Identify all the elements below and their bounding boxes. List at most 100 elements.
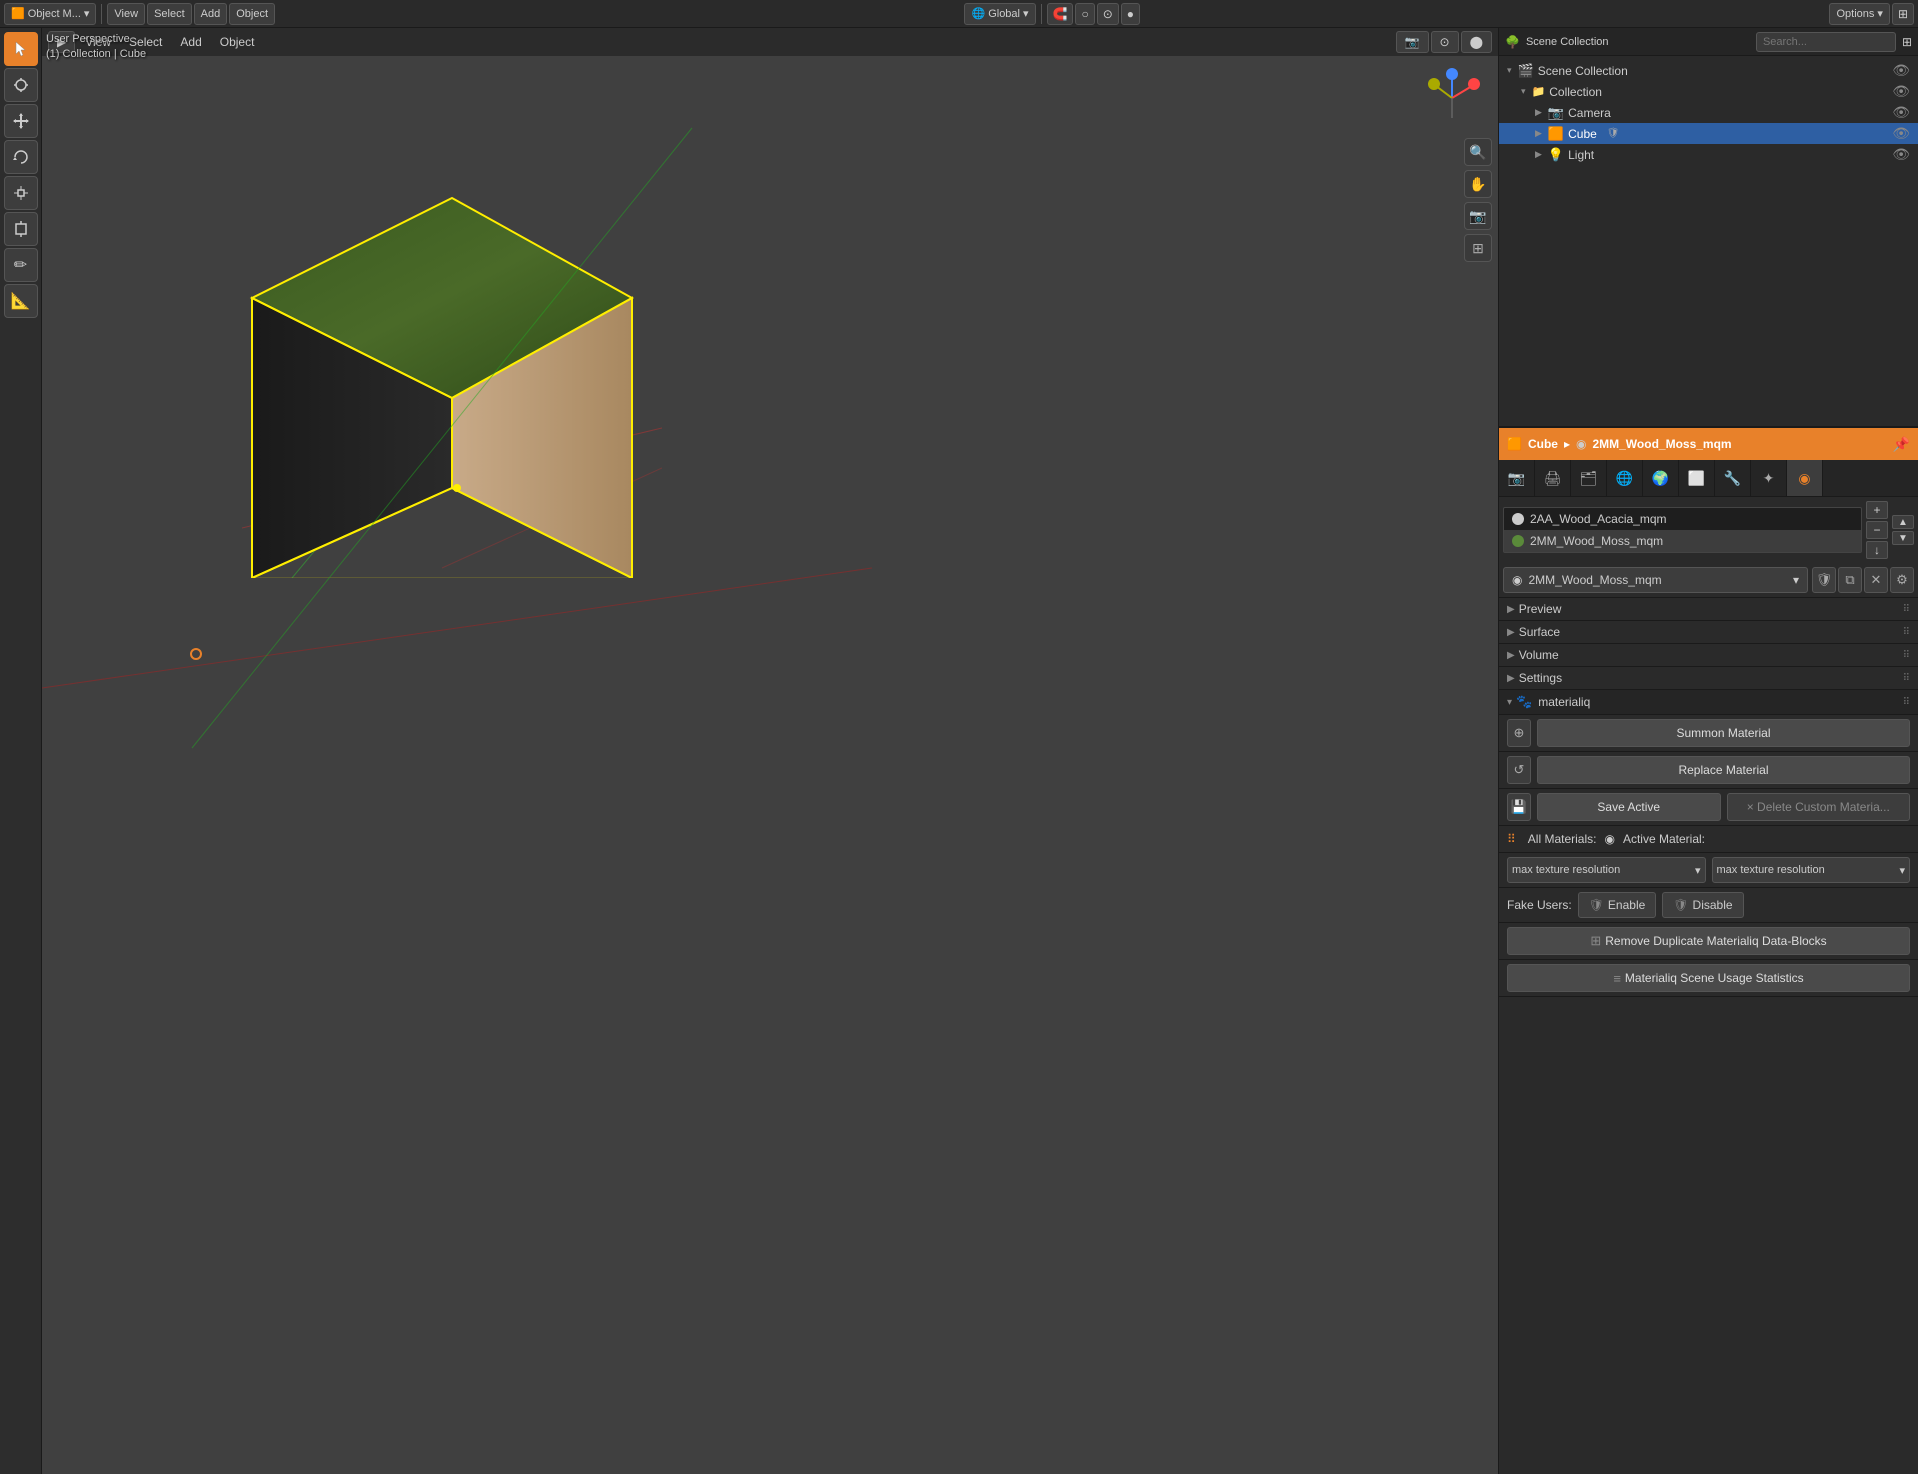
rotate-tool-btn[interactable] [4, 140, 38, 174]
shield-btn[interactable]: 🛡 [1812, 567, 1836, 593]
delete-mat-btn[interactable]: ✕ [1864, 567, 1888, 593]
tree-camera[interactable]: ▶ 📷 Camera 👁 [1499, 102, 1918, 123]
render-props-tab[interactable]: 📷 [1499, 460, 1535, 496]
material-tab[interactable]: ◉ [1787, 460, 1823, 496]
particles-tab[interactable]: ✦ [1751, 460, 1787, 496]
viewport-shading-modes[interactable]: ⬤ [1461, 31, 1492, 53]
surface-section[interactable]: ▶ Surface ⠿ [1499, 621, 1918, 644]
filter-icon[interactable]: ⊞ [1902, 35, 1912, 49]
world-tab[interactable]: 🌍 [1643, 460, 1679, 496]
pin-icon[interactable]: 📌 [1893, 436, 1910, 453]
viewport-object-menu[interactable]: Object [212, 33, 263, 51]
material-selector-btn[interactable]: ◉ 2MM_Wood_Moss_mqm ▾ [1503, 567, 1808, 593]
disable-fake-users-btn[interactable]: 🛡 Disable [1662, 892, 1743, 918]
materialiq-header[interactable]: ▾ 🐾 materialiq ⠿ [1499, 690, 1918, 715]
object-tab[interactable]: ⬜ [1679, 460, 1715, 496]
modifier-tab[interactable]: 🔧 [1715, 460, 1751, 496]
enable-fake-users-btn[interactable]: 🛡 Enable [1578, 892, 1657, 918]
select-menu[interactable]: Select [147, 3, 192, 25]
material-name-0: 2AA_Wood_Acacia_mqm [1530, 512, 1667, 526]
pan-btn[interactable]: ✋ [1464, 170, 1492, 198]
light-visibility[interactable]: 👁 [1892, 146, 1910, 163]
save-icon-btn[interactable]: 💾 [1507, 793, 1531, 821]
camera-view-btn[interactable]: 📷 [1464, 202, 1492, 230]
tree-light[interactable]: ▶ 💡 Light 👁 [1499, 144, 1918, 165]
view-menu[interactable]: View [107, 3, 145, 25]
all-materials-label: All Materials: [1528, 832, 1597, 846]
shading-btn[interactable]: ● [1121, 3, 1140, 25]
remove-duplicate-btn[interactable]: ⊞ Remove Duplicate Materialiq Data-Block… [1507, 927, 1910, 955]
camera-visibility[interactable]: 👁 [1892, 104, 1910, 121]
object-menu[interactable]: Object [229, 3, 275, 25]
visibility-icon[interactable]: 👁 [1892, 62, 1910, 79]
filter-btn[interactable]: ⊞ [1892, 3, 1914, 25]
settings-drag: ⠿ [1903, 673, 1910, 684]
overlay-btn[interactable]: ⊙ [1097, 3, 1119, 25]
cube-visibility[interactable]: 👁 [1892, 125, 1910, 142]
viewport-select-menu[interactable]: Select [121, 33, 170, 51]
settings-arrow: ▶ [1507, 673, 1515, 684]
viewport-shading-btn[interactable]: ▶ [48, 31, 75, 53]
view-layer-tab[interactable]: 🗂 [1571, 460, 1607, 496]
replace-icon-btn[interactable]: ↺ [1507, 756, 1531, 784]
move-down-btn[interactable]: ↓ [1866, 541, 1888, 559]
move-tool-btn[interactable] [4, 104, 38, 138]
measure-tool-btn[interactable]: 📐 [4, 284, 38, 318]
camera-icon: 📷 [1548, 105, 1564, 121]
output-props-tab[interactable]: 🖨 [1535, 460, 1571, 496]
mat-sel-name: 2MM_Wood_Moss_mqm [1528, 573, 1661, 587]
duplicate-mat-btn[interactable]: ⧉ [1838, 567, 1862, 593]
mat-settings-btn[interactable]: ⚙ [1890, 567, 1914, 593]
remove-material-btn[interactable]: − [1866, 521, 1888, 539]
select-tool-btn[interactable] [4, 32, 38, 66]
material-item-0[interactable]: 2AA_Wood_Acacia_mqm [1504, 508, 1861, 530]
all-mat-texture-dropdown[interactable]: max texture resolution ▾ [1507, 857, 1706, 883]
tree-scene-collection[interactable]: ▾ 🎬 Scene Collection 👁 [1499, 60, 1918, 81]
scroll-up-btn[interactable]: ▲ [1892, 515, 1914, 529]
material-sphere-icon: ◉ [1576, 437, 1586, 451]
scale-tool-btn[interactable] [4, 176, 38, 210]
shading-icon: ▶ [57, 35, 66, 49]
outliner-search[interactable] [1756, 32, 1896, 52]
viewport-add-menu[interactable]: Add [172, 33, 209, 51]
render-region-btn[interactable]: ⊞ [1464, 234, 1492, 262]
active-mat-texture-dropdown[interactable]: max texture resolution ▾ [1712, 857, 1911, 883]
delete-custom-btn[interactable]: × Delete Custom Materia... [1727, 793, 1911, 821]
cursor-tool-btn[interactable] [4, 68, 38, 102]
viewport[interactable]: ▶ View Select Add Object 📷 ⊙ ⬤ User Pers… [42, 28, 1498, 1474]
save-active-btn[interactable]: Save Active [1537, 793, 1721, 821]
transform-tool-btn[interactable] [4, 212, 38, 246]
material-object-name: Cube [1528, 437, 1558, 451]
scroll-down-btn[interactable]: ▼ [1892, 531, 1914, 545]
scene-usage-btn[interactable]: ≡ Materialiq Scene Usage Statistics [1507, 964, 1910, 992]
global-selector[interactable]: 🌐 Global ▾ [964, 3, 1035, 25]
scene-tab[interactable]: 🌐 [1607, 460, 1643, 496]
add-material-btn[interactable]: + [1866, 501, 1888, 519]
viewport-overlay-icons[interactable]: ⊙ [1431, 31, 1459, 53]
settings-section[interactable]: ▶ Settings ⠿ [1499, 667, 1918, 690]
viewport-camera-icon[interactable]: 📷 [1396, 31, 1429, 53]
material-item-1[interactable]: 2MM_Wood_Moss_mqm [1504, 530, 1861, 552]
mat-sel-icon: ◉ [1512, 573, 1522, 587]
cube-icon: 🟧 [1548, 126, 1564, 142]
mode-selector[interactable]: 🟧 Object M... ▾ [4, 3, 96, 25]
viewport-view-menu[interactable]: View [77, 33, 119, 51]
proportional-btn[interactable]: ○ [1075, 3, 1094, 25]
options-btn[interactable]: Options ▾ [1829, 3, 1889, 25]
preview-section[interactable]: ▶ Preview ⠿ [1499, 598, 1918, 621]
volume-section[interactable]: ▶ Volume ⠿ [1499, 644, 1918, 667]
all-active-row: ⠿ All Materials: ◉ Active Material: [1499, 826, 1918, 853]
material-name-header: 2MM_Wood_Moss_mqm [1592, 437, 1731, 451]
tree-collection[interactable]: ▾ 📁 Collection 👁 [1499, 81, 1918, 102]
summon-icon-btn[interactable]: ⊕ [1507, 719, 1531, 747]
nav-gizmo[interactable] [1422, 68, 1482, 128]
summon-material-btn[interactable]: Summon Material [1537, 719, 1910, 747]
tree-cube[interactable]: ▶ 🟧 Cube 🛡 👁 [1499, 123, 1918, 144]
replace-material-btn[interactable]: Replace Material [1537, 756, 1910, 784]
annotate-tool-btn[interactable]: ✏ [4, 248, 38, 282]
snap-btn[interactable]: 🧲 [1047, 3, 1074, 25]
shield-disable-icon: 🛡 [1673, 898, 1688, 912]
add-menu[interactable]: Add [194, 3, 228, 25]
collection-visibility[interactable]: 👁 [1892, 83, 1910, 100]
zoom-in-btn[interactable]: 🔍 [1464, 138, 1492, 166]
